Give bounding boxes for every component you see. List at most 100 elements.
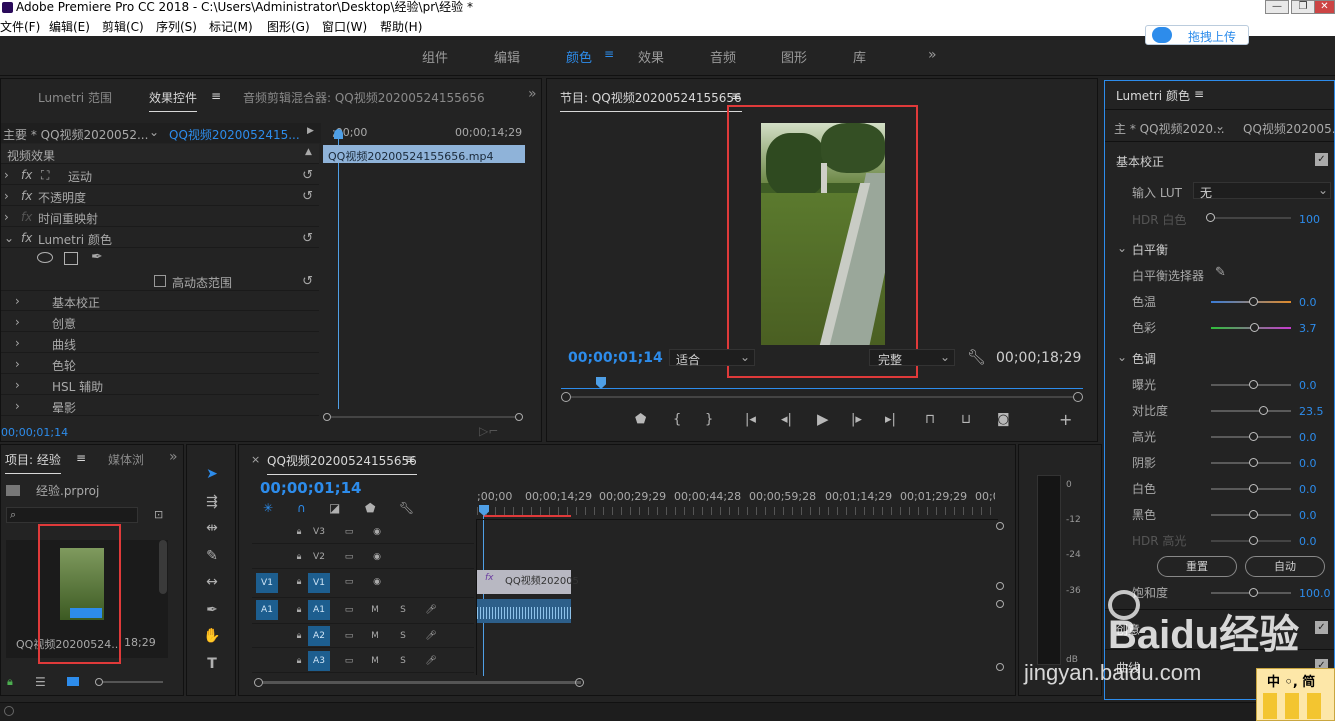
lift-icon[interactable]: ⊓ xyxy=(925,412,935,427)
chevron-down-icon[interactable]: ⌄ xyxy=(1215,119,1225,133)
program-timecode[interactable]: 00;00;01;14 xyxy=(568,350,663,366)
sub-vignette[interactable]: › 晕影 xyxy=(1,396,319,416)
master-clip-label[interactable]: 主要 * QQ视频2020052... xyxy=(3,126,148,143)
sync-lock-icon[interactable]: ▭ xyxy=(338,572,360,592)
pen-mask-icon[interactable]: ✒ xyxy=(91,249,103,265)
tab-effect-controls[interactable]: 效果控件 xyxy=(149,89,198,112)
settings-wrench-icon[interactable]: 🔧︎ xyxy=(399,501,414,515)
selection-tool-icon[interactable]: ➤ xyxy=(201,463,223,485)
ws-tab-effects[interactable]: 效果 xyxy=(638,47,664,66)
timeline-vscroll[interactable] xyxy=(996,520,1004,675)
more-workspaces-icon[interactable]: » xyxy=(928,47,937,63)
program-zoom-bar[interactable] xyxy=(561,392,1083,402)
sequence-clip-label[interactable]: QQ视频2020052415... xyxy=(169,126,300,143)
menu-window[interactable]: 窗口(W) xyxy=(322,18,367,35)
filter-icon[interactable]: ▷⌐ xyxy=(479,424,498,438)
reset-icon[interactable]: ↺ xyxy=(302,189,313,204)
program-monitor-title[interactable]: 节目: QQ视频20200524155656 xyxy=(560,89,742,112)
close-icon[interactable]: ✕ xyxy=(1314,0,1335,14)
type-tool-icon[interactable]: T xyxy=(201,653,223,675)
slider-knob[interactable] xyxy=(1259,406,1268,415)
effect-row-motion[interactable]: › fx ⛶ 运动 ↺ xyxy=(1,165,319,185)
timeline-title[interactable]: QQ视频20200524155656 xyxy=(267,452,417,475)
blacks-value[interactable]: 0.0 xyxy=(1299,509,1317,522)
list-view-icon[interactable]: ☰ xyxy=(35,675,46,689)
menu-file[interactable]: 文件(F) xyxy=(0,18,40,35)
extract-icon[interactable]: ⊔ xyxy=(961,412,971,427)
maximize-icon[interactable]: ❐ xyxy=(1291,0,1315,14)
track-select-tool-icon[interactable]: ⇶ xyxy=(201,491,223,513)
wrench-icon[interactable]: 🔧︎ xyxy=(967,348,986,366)
slider-knob[interactable] xyxy=(1249,458,1258,467)
effect-row-opacity[interactable]: › fx 不透明度 ↺ xyxy=(1,186,319,206)
ws-tab-color[interactable]: 颜色 xyxy=(566,47,592,66)
saturation-value[interactable]: 100.0 xyxy=(1299,587,1331,600)
contrast-slider[interactable] xyxy=(1211,410,1291,412)
lumetri-title[interactable]: Lumetri 颜色 xyxy=(1116,87,1190,104)
pen-tool-icon[interactable]: ✒ xyxy=(201,599,223,621)
creative-heading[interactable]: 创意 xyxy=(1116,621,1140,638)
more-tabs-icon[interactable]: » xyxy=(528,86,537,102)
reset-icon[interactable]: ↺ xyxy=(302,231,313,246)
sub-creative[interactable]: › 创意 xyxy=(1,312,319,332)
tab-audio-clip-mixer[interactable]: 音频剪辑混合器: QQ视频20200524155656 xyxy=(243,89,485,106)
chevron-down-icon[interactable]: ⌄ xyxy=(1117,350,1127,364)
sub-basic[interactable]: › 基本校正 xyxy=(1,291,319,311)
linked-selection-icon[interactable]: ∩ xyxy=(297,501,306,515)
ripple-edit-tool-icon[interactable]: ⇹ xyxy=(201,517,223,539)
mic-icon[interactable]: 🎤︎ xyxy=(420,651,442,671)
slider-knob[interactable] xyxy=(1249,536,1258,545)
ellipse-mask-icon[interactable] xyxy=(37,252,53,263)
panel-menu-icon[interactable]: ≡ xyxy=(405,452,415,466)
sync-lock-icon[interactable]: ▭ xyxy=(338,547,360,567)
quality-select[interactable]: 完整 ⌄ xyxy=(869,349,955,367)
mute-icon[interactable]: M xyxy=(364,600,386,620)
slider-knob[interactable] xyxy=(1249,484,1258,493)
slider-knob[interactable] xyxy=(1206,213,1215,222)
zoom-slider[interactable] xyxy=(103,681,163,683)
rectangle-mask-icon[interactable] xyxy=(64,252,78,265)
hdr-highlights-value[interactable]: 0.0 xyxy=(1299,535,1317,548)
lumetri-master-clip[interactable]: 主 * QQ视频2020... xyxy=(1114,120,1225,137)
ws-tab-editing[interactable]: 编辑 xyxy=(494,47,520,66)
track-label[interactable]: V2 xyxy=(308,547,330,567)
lock-icon[interactable]: 🔒︎ xyxy=(288,626,310,646)
project-scrollbar[interactable] xyxy=(159,540,167,594)
lumetri-sequence-clip[interactable]: QQ视频202005... xyxy=(1243,120,1335,137)
mute-icon[interactable]: M xyxy=(364,626,386,646)
timeline-timecode[interactable]: 00;00;01;14 xyxy=(260,479,362,497)
menu-sequence[interactable]: 序列(S) xyxy=(156,18,197,35)
tab-media-browser[interactable]: 媒体浏 xyxy=(108,451,144,468)
highlights-value[interactable]: 0.0 xyxy=(1299,431,1317,444)
sub-curves[interactable]: › 曲线 xyxy=(1,333,319,353)
panel-menu-icon[interactable]: ≡ xyxy=(76,451,86,465)
step-back-icon[interactable]: ◂| xyxy=(781,412,792,427)
mark-in-icon[interactable]: { xyxy=(673,412,681,427)
fit-select[interactable]: 适合 ⌄ xyxy=(669,349,755,367)
slider-knob[interactable] xyxy=(1249,588,1258,597)
slider-knob[interactable] xyxy=(1249,297,1258,306)
track-label[interactable]: V1 xyxy=(308,573,330,593)
shadows-value[interactable]: 0.0 xyxy=(1299,457,1317,470)
video-clip[interactable]: fx QQ视频202005 xyxy=(477,570,579,594)
lock-icon[interactable]: 🔒︎ xyxy=(288,572,310,592)
mic-icon[interactable]: 🎤︎ xyxy=(420,626,442,646)
find-icon[interactable]: ⊡ xyxy=(154,508,163,521)
marker-icon[interactable]: ⬟ xyxy=(365,501,375,515)
eyedropper-icon[interactable]: ✎ xyxy=(1215,265,1226,280)
eye-icon[interactable]: ◉ xyxy=(366,522,388,542)
reset-icon[interactable]: ↺ xyxy=(302,168,313,183)
add-button-icon[interactable]: + xyxy=(1059,410,1072,429)
mini-scrollbar[interactable] xyxy=(323,413,523,421)
tone-heading[interactable]: 色调 xyxy=(1132,350,1156,367)
slider-knob[interactable] xyxy=(1250,323,1259,332)
hdr-checkbox[interactable] xyxy=(154,275,166,287)
minimize-icon[interactable]: — xyxy=(1265,0,1289,14)
project-search-input[interactable]: ⌕ xyxy=(6,507,138,523)
track-label[interactable]: A2 xyxy=(308,626,330,646)
tab-project[interactable]: 项目: 经验 xyxy=(5,451,61,474)
sub-hsl[interactable]: › HSL 辅助 xyxy=(1,375,319,395)
hdr-white-slider[interactable] xyxy=(1211,217,1291,219)
timeline-hscroll[interactable] xyxy=(254,678,992,687)
camera-icon[interactable]: ◙ xyxy=(997,412,1010,427)
